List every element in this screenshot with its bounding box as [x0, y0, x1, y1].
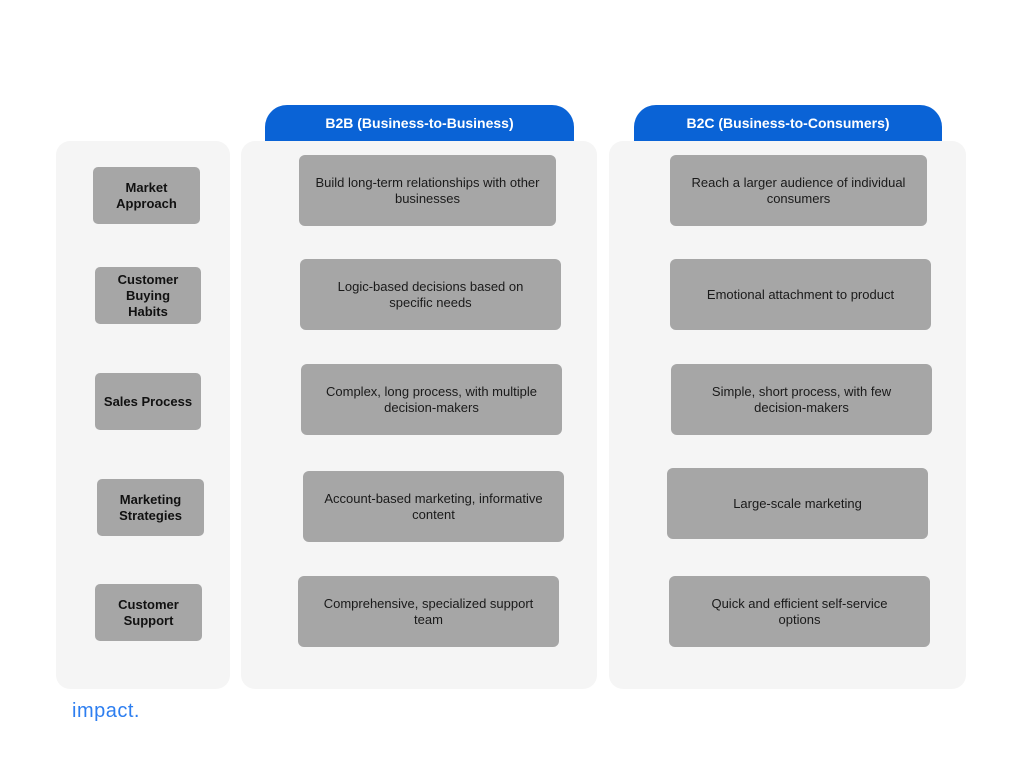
row-label-sales-process: Sales Process	[95, 373, 201, 430]
row-label-market-approach: Market Approach	[93, 167, 200, 224]
b2c-market-approach: Reach a larger audience of individual co…	[670, 155, 927, 226]
row-label-marketing-strategies: Marketing Strategies	[97, 479, 204, 536]
b2b-sales-process: Complex, long process, with multiple dec…	[301, 364, 562, 435]
b2b-header: B2B (Business-to-Business)	[265, 105, 574, 141]
b2b-customer-buying-habits: Logic-based decisions based on specific …	[300, 259, 561, 330]
b2c-header: B2C (Business-to-Consumers)	[634, 105, 942, 141]
b2b-marketing-strategies: Account-based marketing, informative con…	[303, 471, 564, 542]
b2b-customer-support: Comprehensive, specialized support team	[298, 576, 559, 647]
impact-logo: impact.	[72, 700, 140, 722]
b2c-sales-process: Simple, short process, with few decision…	[671, 364, 932, 435]
b2c-customer-support: Quick and efficient self-service options	[669, 576, 930, 647]
row-label-customer-buying-habits: Customer Buying Habits	[95, 267, 201, 324]
b2c-customer-buying-habits: Emotional attachment to product	[670, 259, 931, 330]
b2c-marketing-strategies: Large-scale marketing	[667, 468, 928, 539]
b2b-market-approach: Build long-term relationships with other…	[299, 155, 556, 226]
row-label-customer-support: Customer Support	[95, 584, 202, 641]
